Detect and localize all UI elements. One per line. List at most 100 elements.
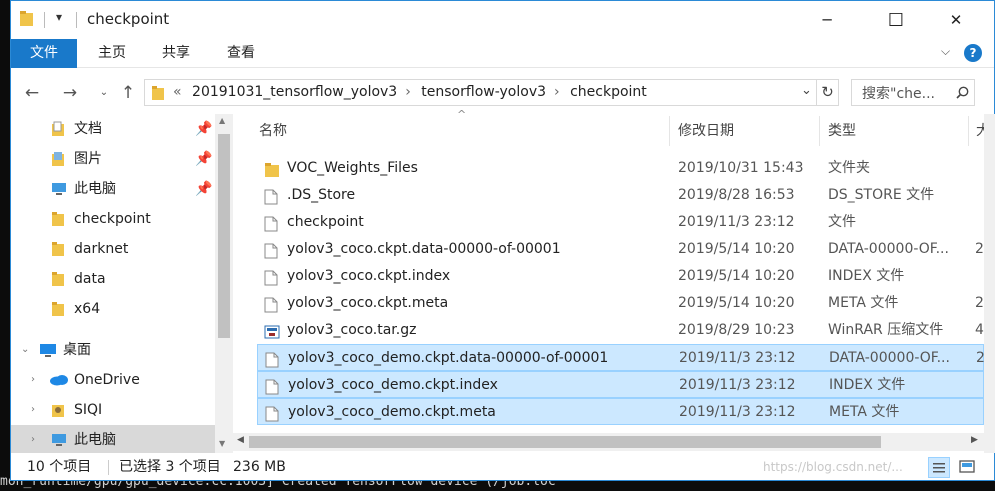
scroll-up-icon[interactable]: ▲ bbox=[219, 116, 225, 125]
column-header-type[interactable]: 类型 bbox=[828, 114, 958, 148]
breadcrumb-item[interactable]: tensorflow-yolov3 bbox=[421, 84, 546, 100]
expand-ribbon-icon[interactable]: ⌵ bbox=[941, 44, 950, 59]
sidebar-item-x64[interactable]: x64 bbox=[11, 294, 215, 324]
sidebar-item-siqi[interactable]: › SIQI bbox=[11, 395, 215, 425]
scroll-down-icon[interactable]: ▼ bbox=[219, 439, 225, 448]
file-date: 2019/5/14 10:20 bbox=[678, 268, 795, 284]
file-name: yolov3_coco_demo.ckpt.data-00000-of-0000… bbox=[288, 350, 609, 366]
back-arrow-icon[interactable]: ← bbox=[19, 81, 45, 105]
sidebar-item-pictures[interactable]: 图片 📌 bbox=[11, 144, 215, 174]
selection-size: 236 MB bbox=[233, 459, 286, 475]
tab-file[interactable]: 文件 bbox=[11, 39, 77, 68]
tab-share[interactable]: 共享 bbox=[153, 39, 199, 68]
pictures-icon bbox=[52, 152, 64, 166]
sidebar-item-this-pc-pinned[interactable]: 此电脑 📌 bbox=[11, 174, 215, 204]
file-row[interactable]: yolov3_coco.tar.gz 2019/8/29 10:23 WinRAR … bbox=[257, 317, 984, 344]
recent-locations-icon[interactable]: ⌄ bbox=[91, 81, 117, 105]
breadcrumb-chevron-icon[interactable]: › bbox=[405, 84, 411, 100]
item-count: 10 个项目 bbox=[27, 459, 92, 475]
sidebar-item-onedrive[interactable]: › OneDrive bbox=[11, 365, 215, 395]
file-row[interactable]: yolov3_coco.ckpt.meta 2019/5/14 10:20 META… bbox=[257, 290, 984, 317]
search-placeholder: 搜索"che... bbox=[862, 86, 935, 102]
watermark-text: https://blog.csdn.net/... bbox=[763, 460, 903, 474]
sidebar-item-data[interactable]: data bbox=[11, 264, 215, 294]
file-name: yolov3_coco_demo.ckpt.meta bbox=[288, 404, 496, 420]
file-row[interactable]: yolov3_coco_demo.ckpt.index 2019/11/3 23:… bbox=[257, 371, 984, 398]
large-icons-view-icon[interactable] bbox=[957, 457, 979, 478]
folder-icon bbox=[52, 302, 64, 316]
cloud-icon bbox=[50, 375, 68, 386]
window-title: checkpoint bbox=[87, 10, 170, 28]
up-arrow-icon[interactable]: ↑ bbox=[115, 81, 141, 105]
refresh-icon: ↻ bbox=[821, 83, 834, 101]
sidebar-item-label: SIQI bbox=[74, 402, 103, 418]
file-list: ^ 名称 修改日期 类型 大 VOC_Weights_Files 2019/10/… bbox=[233, 108, 995, 453]
column-header-date[interactable]: 修改日期 bbox=[678, 114, 818, 148]
horizontal-scroll-thumb[interactable] bbox=[249, 436, 881, 448]
folder-icon bbox=[52, 242, 64, 256]
minimize-button[interactable]: ─ bbox=[804, 1, 850, 39]
file-date: 2019/5/14 10:20 bbox=[678, 241, 795, 257]
file-name: yolov3_coco_demo.ckpt.index bbox=[288, 377, 498, 393]
breadcrumb-chevron-icon[interactable]: › bbox=[554, 84, 560, 100]
chevron-right-icon[interactable]: › bbox=[31, 395, 35, 425]
close-button[interactable]: ✕ bbox=[933, 1, 979, 39]
details-view-icon[interactable] bbox=[928, 457, 950, 478]
column-header-size[interactable]: 大 bbox=[976, 114, 984, 148]
sidebar-item-checkpoint[interactable]: checkpoint bbox=[11, 204, 215, 234]
quick-access-dropdown-icon[interactable]: ▾ bbox=[56, 10, 62, 24]
breadcrumb-item[interactable]: 20191031_tensorflow_yolov3 bbox=[192, 84, 397, 100]
file-row[interactable]: yolov3_coco.ckpt.index 2019/5/14 10:20 IND… bbox=[257, 263, 984, 290]
file-row[interactable]: VOC_Weights_Files 2019/10/31 15:43 文件夹 bbox=[257, 155, 984, 182]
sidebar-scroll-thumb[interactable] bbox=[218, 134, 230, 338]
forward-arrow-icon[interactable]: → bbox=[57, 81, 83, 105]
file-type: META 文件 bbox=[829, 404, 900, 420]
sidebar-item-darknet[interactable]: darknet bbox=[11, 234, 215, 264]
file-row[interactable]: yolov3_coco_demo.ckpt.data-00000-of-0000… bbox=[257, 344, 985, 371]
file-date: 2019/11/3 23:12 bbox=[679, 350, 796, 366]
tab-home[interactable]: 主页 bbox=[89, 39, 135, 68]
file-row[interactable]: checkpoint 2019/11/3 23:12 文件 bbox=[257, 209, 984, 236]
folder-icon bbox=[152, 86, 164, 100]
file-date: 2019/8/29 10:23 bbox=[678, 322, 795, 338]
address-dropdown-icon[interactable]: ⌄ bbox=[801, 83, 812, 98]
scroll-right-icon[interactable]: ▶ bbox=[971, 435, 978, 445]
column-header-name[interactable]: 名称 bbox=[259, 114, 659, 148]
tab-view[interactable]: 查看 bbox=[218, 39, 264, 68]
address-box[interactable]: « 20191031_tensorflow_yolov3 › tensorflow… bbox=[144, 79, 817, 106]
search-input[interactable]: 搜索"che... bbox=[851, 79, 975, 106]
file-row[interactable]: yolov3_coco.ckpt.data-00000-of-00001 2019… bbox=[257, 236, 984, 263]
navigation-pane: 文档 📌 图片 📌 此电脑 📌 checkpoint darknet data … bbox=[11, 114, 233, 453]
scroll-left-icon[interactable]: ◀ bbox=[237, 435, 244, 445]
sidebar-item-this-pc[interactable]: › 此电脑 bbox=[11, 425, 215, 453]
horizontal-scrollbar[interactable]: ◀ ▶ bbox=[233, 433, 984, 451]
maximize-button[interactable]: ☐ bbox=[873, 1, 919, 39]
breadcrumb-overflow[interactable]: « bbox=[173, 84, 182, 100]
sidebar-scrollbar[interactable]: ▲ ▼ bbox=[215, 114, 233, 453]
sidebar-item-desktop[interactable]: ⌄ 桌面 bbox=[11, 335, 215, 365]
refresh-button[interactable]: ↻ bbox=[817, 79, 839, 106]
vertical-scrollbar[interactable] bbox=[984, 114, 995, 453]
pin-icon: 📌 bbox=[195, 121, 213, 137]
sidebar-item-label: 图片 bbox=[74, 151, 102, 167]
sidebar-item-label: darknet bbox=[74, 241, 129, 257]
desktop-icon bbox=[40, 344, 56, 357]
file-row[interactable]: .DS_Store 2019/8/28 16:53 DS_STORE 文件 bbox=[257, 182, 984, 209]
file-type: 文件 bbox=[828, 214, 856, 230]
title-bar: ▾ checkpoint ─ ☐ ✕ bbox=[11, 1, 994, 39]
chevron-right-icon[interactable]: › bbox=[31, 365, 35, 395]
breadcrumb-item[interactable]: checkpoint bbox=[570, 84, 647, 100]
pin-icon: 📌 bbox=[195, 151, 213, 167]
computer-icon bbox=[52, 434, 66, 446]
sidebar-item-documents[interactable]: 文档 📌 bbox=[11, 114, 215, 144]
address-bar-row: ← → ⌄ ↑ « 20191031_tensorflow_yolov3 › te… bbox=[11, 73, 994, 113]
chevron-down-icon[interactable]: ⌄ bbox=[21, 335, 29, 365]
file-row[interactable]: yolov3_coco_demo.ckpt.meta 2019/11/3 23:1… bbox=[257, 398, 984, 425]
status-bar: 10 个项目 已选择 3 个项目 236 MB https://blog.csd… bbox=[11, 453, 994, 482]
breadcrumb: « 20191031_tensorflow_yolov3 › tensorflow… bbox=[173, 84, 653, 100]
file-type: 文件夹 bbox=[828, 160, 870, 176]
chevron-right-icon[interactable]: › bbox=[31, 425, 35, 455]
user-folder-icon bbox=[52, 405, 64, 417]
help-icon[interactable]: ? bbox=[964, 44, 982, 62]
file-type: INDEX 文件 bbox=[829, 377, 906, 393]
